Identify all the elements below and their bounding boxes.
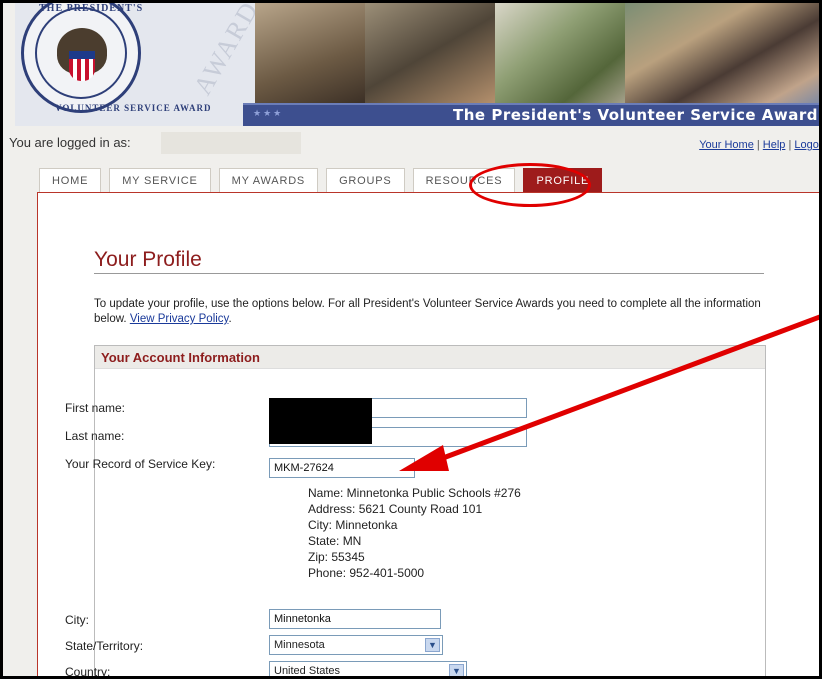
arrow-shaft <box>434 314 819 464</box>
arrow-head <box>399 445 449 471</box>
annotation-arrow <box>399 314 819 471</box>
screenshot-frame: AWARD THE PRESIDENT'S VOLUNTEER SERVICE … <box>0 0 822 679</box>
